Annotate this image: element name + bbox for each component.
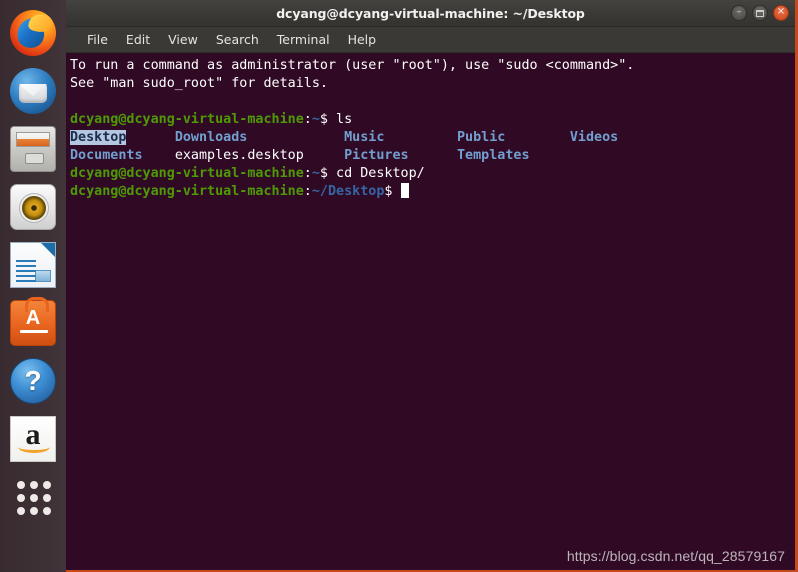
ls-entry: Videos (569, 130, 619, 145)
prompt-path: ~/Desktop (311, 184, 385, 199)
ubuntu-software-icon (10, 297, 56, 346)
ls-gap (304, 148, 344, 163)
prompt-command: cd Desktop/ (327, 166, 425, 181)
firefox-icon (10, 10, 56, 56)
prompt-colon: : (303, 112, 312, 127)
unity-launcher (0, 0, 66, 572)
ubuntu-software-bar-glyph (20, 330, 48, 333)
app-grid-dot (17, 507, 25, 515)
prompt-sigil: $ (319, 112, 328, 127)
terminal-cursor (400, 183, 409, 198)
thunderbird-icon (10, 68, 56, 114)
terminal-prompt-line: dcyang@dcyang-virtual-machine:~/Desktop$ (70, 183, 795, 201)
prompt-user-host: dcyang@dcyang-virtual-machine (70, 112, 304, 127)
minimize-icon: – (736, 6, 742, 18)
maximize-button[interactable] (752, 5, 768, 21)
rhythmbox-icon (10, 184, 56, 230)
launcher-item-ubuntu-software[interactable] (6, 294, 60, 352)
window-controls: – ✕ (731, 0, 789, 26)
launcher-item-help[interactable] (6, 352, 60, 410)
window-title: dcyang@dcyang-virtual-machine: ~/Desktop (276, 5, 585, 21)
app-grid-dot (43, 507, 51, 515)
ls-gap (409, 148, 457, 163)
prompt-path: ~ (311, 166, 320, 181)
ls-gap (505, 130, 570, 145)
ls-entry: Public (457, 130, 506, 145)
ls-entry: Documents (70, 148, 143, 163)
launcher-item-libreoffice[interactable] (6, 236, 60, 294)
menu-item-view[interactable]: View (159, 29, 207, 50)
prompt-command (392, 184, 400, 199)
desktop-screen: dcyang@dcyang-virtual-machine: ~/Desktop… (0, 0, 798, 572)
terminal-prompt-line: dcyang@dcyang-virtual-machine:~$ cd Desk… (70, 165, 795, 183)
app-grid-dot (17, 481, 25, 489)
terminal-line: See "man sudo_root" for details. (70, 75, 795, 93)
terminal-message-text: To run a command as administrator (user … (70, 58, 635, 73)
watermark-text: https://blog.csdn.net/qq_28579167 (566, 548, 785, 564)
close-button[interactable]: ✕ (773, 5, 789, 21)
app-grid-dot (43, 494, 51, 502)
terminal-ls-row: Documents examples.desktop Pictures Temp… (70, 147, 795, 165)
launcher-item-app-grid[interactable] (6, 468, 60, 526)
ls-entry: Pictures (344, 148, 409, 163)
files-icon (10, 126, 56, 172)
prompt-path: ~ (311, 112, 320, 127)
prompt-user-host: dcyang@dcyang-virtual-machine (70, 184, 304, 199)
maximize-icon (756, 9, 764, 17)
libreoffice-image-glyph (35, 270, 51, 282)
menu-bar: File Edit View Search Terminal Help (66, 27, 795, 53)
ls-entry: Desktop (70, 130, 127, 145)
menu-item-terminal[interactable]: Terminal (268, 29, 339, 50)
prompt-colon: : (303, 184, 312, 199)
menu-item-file[interactable]: File (78, 29, 117, 50)
terminal-ls-row: Desktop Downloads Music Public Videos (70, 129, 795, 147)
prompt-user-host: dcyang@dcyang-virtual-machine (70, 166, 304, 181)
terminal-prompt-line: dcyang@dcyang-virtual-machine:~$ ls (70, 111, 795, 129)
app-grid-dot (30, 507, 38, 515)
terminal-line: To run a command as administrator (user … (70, 57, 795, 75)
amazon-icon (10, 416, 56, 462)
title-bar[interactable]: dcyang@dcyang-virtual-machine: ~/Desktop… (66, 0, 795, 27)
launcher-item-firefox[interactable] (6, 4, 60, 62)
terminal-output[interactable]: To run a command as administrator (user … (66, 53, 795, 570)
launcher-item-amazon[interactable] (6, 410, 60, 468)
ls-entry: Templates (457, 148, 530, 163)
menu-item-edit[interactable]: Edit (117, 29, 159, 50)
terminal-window: dcyang@dcyang-virtual-machine: ~/Desktop… (66, 0, 798, 572)
terminal-message-text: See "man sudo_root" for details. (70, 76, 328, 91)
prompt-command: ls (327, 112, 353, 127)
help-icon (10, 358, 56, 404)
ls-gap (143, 148, 175, 163)
ls-gap (247, 130, 344, 145)
ls-entry: Music (344, 130, 385, 145)
close-icon: ✕ (776, 6, 786, 18)
launcher-item-files[interactable] (6, 120, 60, 178)
app-grid-dot (17, 494, 25, 502)
launcher-item-rhythmbox[interactable] (6, 178, 60, 236)
ls-entry: Downloads (174, 130, 248, 145)
ls-gap (384, 130, 457, 145)
minimize-button[interactable]: – (731, 5, 747, 21)
prompt-sigil: $ (319, 166, 328, 181)
prompt-colon: : (303, 166, 312, 181)
app-grid-dot (43, 481, 51, 489)
app-grid-dot (30, 481, 38, 489)
menu-item-search[interactable]: Search (207, 29, 268, 50)
launcher-item-thunderbird[interactable] (6, 62, 60, 120)
ls-gap (126, 130, 174, 145)
libreoffice-icon (10, 242, 56, 288)
menu-item-help[interactable]: Help (339, 29, 386, 50)
ls-entry: examples.desktop (174, 148, 304, 163)
app-grid-icon (10, 474, 56, 520)
app-grid-dot (30, 494, 38, 502)
